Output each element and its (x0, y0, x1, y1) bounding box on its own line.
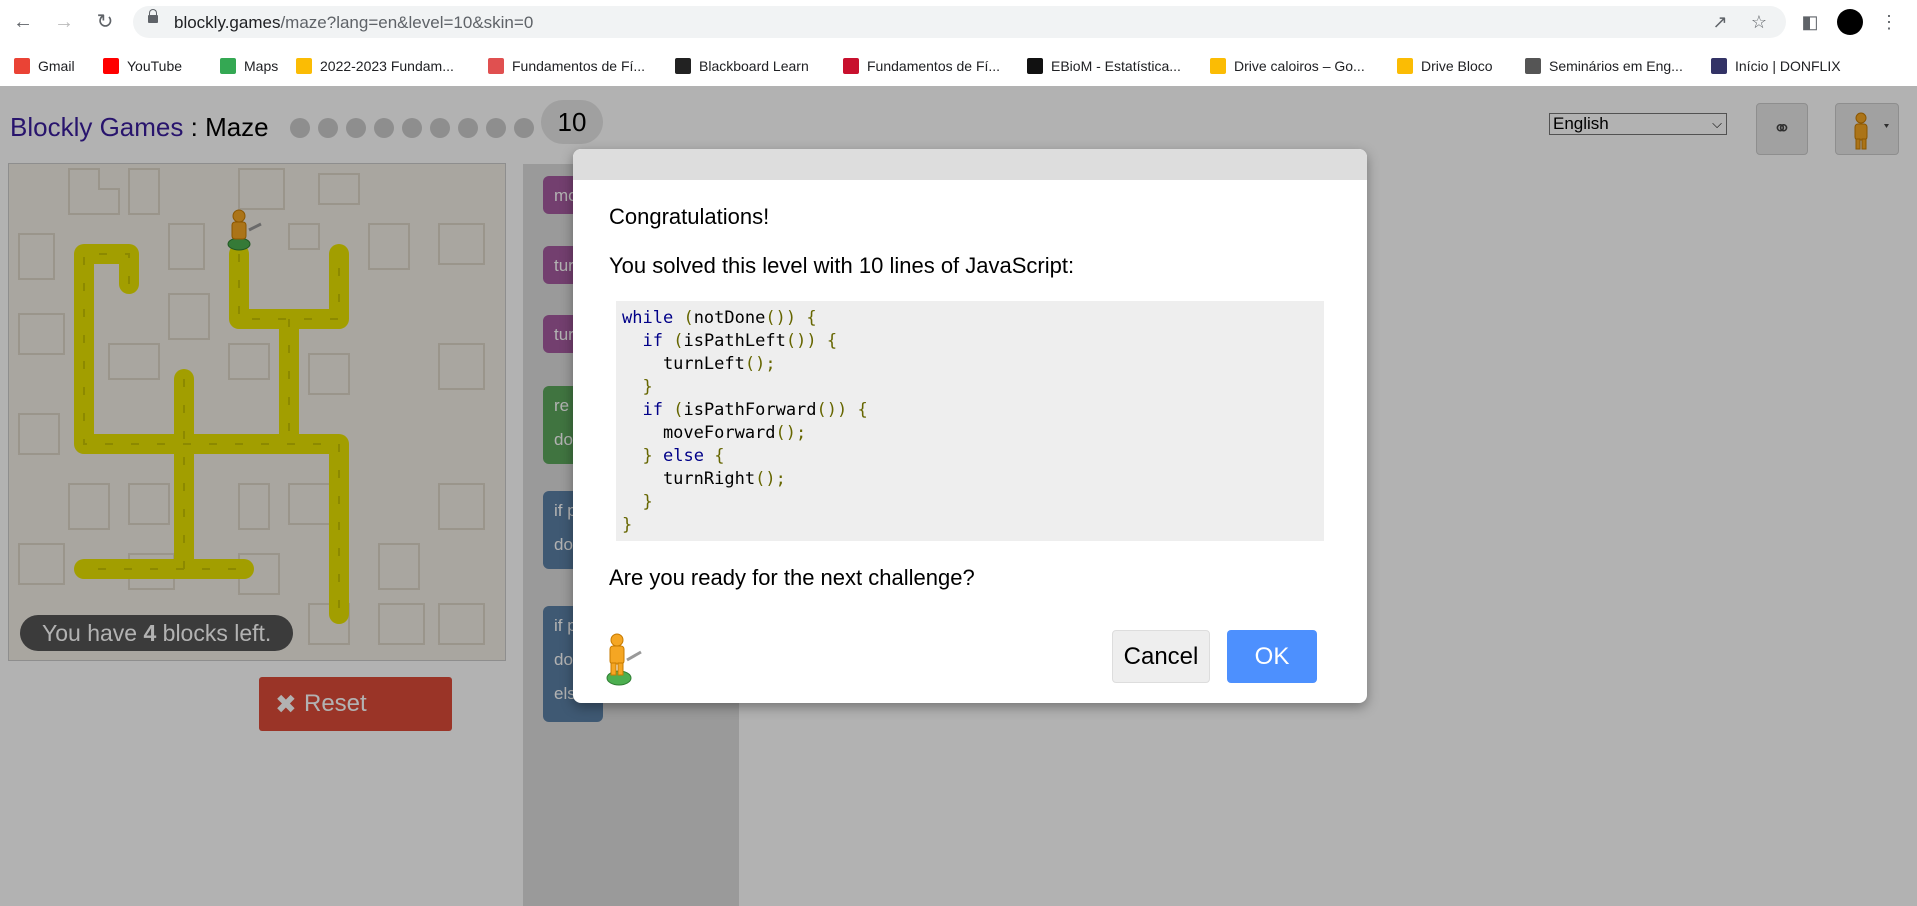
profile-avatar[interactable] (1837, 9, 1863, 35)
dialog-question: Are you ready for the next challenge? (609, 565, 975, 590)
bookmark-item[interactable]: Gmail (14, 56, 75, 76)
p-icon (843, 58, 859, 74)
blackboard-icon (675, 58, 691, 74)
back-icon[interactable]: ← (11, 10, 35, 34)
bookmark-item[interactable]: Drive caloiros – Go... (1210, 56, 1365, 76)
code-line: turnRight(); (622, 469, 786, 489)
bookmark-label: EBioM - Estatística... (1051, 58, 1181, 74)
gmail-icon (14, 58, 30, 74)
youtube-icon (103, 58, 119, 74)
drive-icon (296, 58, 312, 74)
microscope-icon (1525, 58, 1541, 74)
bookmark-label: Fundamentos de Fí... (867, 58, 1001, 74)
bookmark-item[interactable]: Fundamentos de Fí... (488, 56, 645, 76)
maps-icon (220, 58, 236, 74)
bookmark-label: Fundamentos de Fí... (512, 58, 646, 74)
code-line: if (isPathLeft()) { (642, 331, 838, 351)
bookmark-item[interactable]: Maps (220, 56, 278, 76)
drive-icon (1397, 58, 1413, 74)
bookmark-label: Gmail (38, 58, 75, 74)
bookmark-label: Seminários em Eng... (1549, 58, 1683, 74)
ebiom-icon (1027, 58, 1043, 74)
reload-icon[interactable]: ↻ (93, 10, 117, 34)
donflix-icon (1711, 58, 1727, 74)
code-block: while (notDone()) { if (isPathLeft()) { … (616, 301, 1324, 541)
menu-icon[interactable]: ⋮ (1877, 10, 1901, 34)
code-line: turnLeft(); (622, 354, 776, 374)
bookmark-label: Blackboard Learn (699, 58, 809, 74)
ua-icon (488, 58, 504, 74)
code-line: } (642, 377, 653, 397)
forward-icon[interactable]: → (52, 10, 76, 34)
bookmark-item[interactable]: Início | DONFLIX (1711, 56, 1841, 76)
bookmarks-bar: Gmail YouTube Maps 2022-2023 Fundam... Funda… (0, 44, 1917, 86)
dialog-titlebar (573, 149, 1367, 180)
bookmark-item[interactable]: Drive Bloco (1397, 56, 1493, 76)
bookmark-item[interactable]: Blackboard Learn (675, 56, 809, 76)
ok-button[interactable]: OK (1227, 630, 1317, 683)
code-line: if (isPathForward()) { (642, 400, 868, 420)
bookmark-item[interactable]: Seminários em Eng... (1525, 56, 1683, 76)
side-panel-icon[interactable]: ◧ (1798, 10, 1822, 34)
code-line: } else { (642, 446, 725, 466)
address-bar[interactable]: blockly.games/maze?lang=en&level=10&skin… (133, 6, 1786, 38)
dialog-summary: You solved this level with 10 lines of J… (609, 253, 1075, 278)
bookmark-label: Drive Bloco (1421, 58, 1493, 74)
bookmark-label: Drive caloiros – Go... (1234, 58, 1365, 74)
bookmark-item[interactable]: 2022-2023 Fundam... (296, 56, 454, 76)
star-icon[interactable]: ☆ (1747, 10, 1771, 34)
code-line: while (notDone()) { (622, 308, 817, 328)
browser-toolbar: ← → ↻ blockly.games/maze?lang=en&level=1… (0, 0, 1917, 44)
lock-icon[interactable] (148, 9, 158, 23)
congratulations-dialog: Congratulations! You solved this level w… (573, 149, 1367, 703)
share-icon[interactable]: ↗ (1708, 10, 1732, 34)
bookmark-label: 2022-2023 Fundam... (320, 58, 454, 74)
bookmark-label: YouTube (127, 58, 183, 74)
dialog-heading: Congratulations! (609, 204, 770, 229)
pegman-icon (601, 630, 647, 690)
code-line: } (642, 492, 653, 512)
bookmark-item[interactable]: YouTube (103, 56, 182, 76)
bookmark-item[interactable]: EBioM - Estatística... (1027, 56, 1181, 76)
bookmark-label: Maps (244, 58, 279, 74)
cancel-button[interactable]: Cancel (1112, 630, 1210, 683)
code-line: } (622, 515, 633, 535)
code-line: moveForward(); (622, 423, 807, 443)
bookmark-label: Início | DONFLIX (1735, 58, 1841, 74)
url-text[interactable]: blockly.games/maze?lang=en&level=10&skin… (174, 13, 533, 33)
bookmark-item[interactable]: Fundamentos de Fí... (843, 56, 1000, 76)
drive-icon (1210, 58, 1226, 74)
